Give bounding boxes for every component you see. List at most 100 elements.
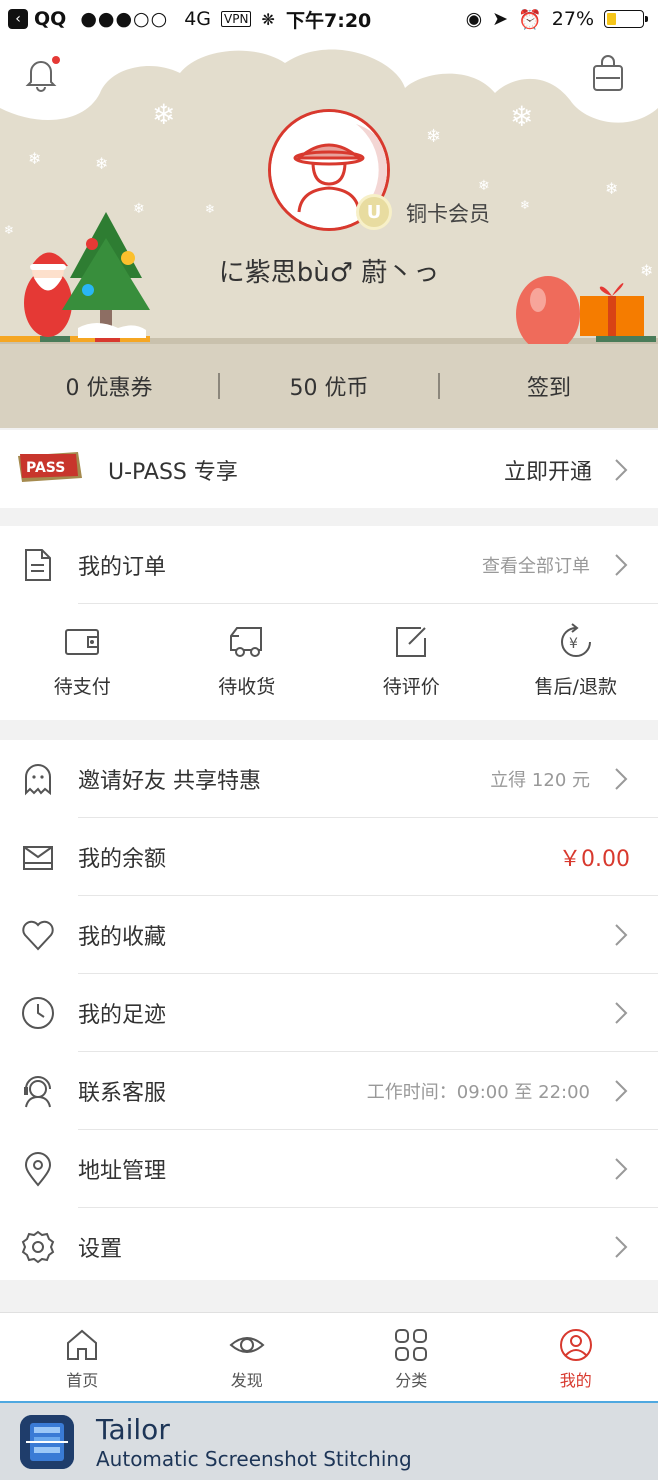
status-bar: ‹ QQ ●●●○○ 4G VPN ❋ 下午7:20 ◉ ➤ ⏰ 27% bbox=[0, 0, 658, 38]
menu-item-history[interactable]: 我的足迹 bbox=[0, 974, 658, 1052]
pass-logo-icon: PASS bbox=[18, 452, 82, 482]
tab-label: 发现 bbox=[230, 1371, 263, 1390]
checkin-button[interactable]: 签到 bbox=[440, 370, 658, 402]
menu-item-label: 我的余额 bbox=[78, 847, 167, 872]
order-status-label: 待收货 bbox=[218, 675, 276, 698]
svg-text:❄: ❄ bbox=[28, 149, 41, 168]
menu-item-favorites[interactable]: 我的收藏 bbox=[0, 896, 658, 974]
menu-item-invite-friends[interactable]: 邀请好友 共享特惠 立得 120 元 bbox=[0, 740, 658, 818]
svg-text:❄: ❄ bbox=[4, 223, 14, 237]
grid-icon bbox=[395, 1329, 428, 1361]
ghost-icon bbox=[25, 764, 51, 796]
headset-icon bbox=[24, 1076, 51, 1108]
invite-reward-text: 立得 120 元 bbox=[490, 770, 590, 791]
chevron-right-icon bbox=[615, 768, 628, 790]
upass-banner[interactable]: PASS U-PASS 专享 立即开通 bbox=[0, 430, 658, 508]
order-pending-receipt[interactable]: 待收货 bbox=[165, 604, 330, 716]
order-pending-payment[interactable]: 待支付 bbox=[0, 604, 165, 716]
upass-title: U-PASS 专享 bbox=[108, 460, 238, 485]
member-level[interactable]: 铜卡会员 bbox=[406, 198, 490, 228]
menu-item-label: 地址管理 bbox=[78, 1159, 167, 1184]
menu-item-balance[interactable]: 我的余额 ￥0.00 bbox=[0, 818, 658, 896]
clock-icon bbox=[22, 997, 54, 1029]
vpn-indicator: VPN bbox=[221, 11, 252, 27]
tab-category[interactable]: 分类 bbox=[329, 1313, 494, 1402]
chevron-right-icon bbox=[615, 1002, 628, 1024]
my-orders-row[interactable]: 我的订单 查看全部订单 bbox=[0, 526, 658, 604]
svg-text:❄: ❄ bbox=[95, 154, 108, 173]
user-icon bbox=[559, 1329, 592, 1361]
order-status-label: 售后/退款 bbox=[534, 675, 617, 698]
coupons-count[interactable]: 0 优惠券 bbox=[0, 370, 218, 402]
battery-percent: 27% bbox=[551, 8, 594, 30]
network-type: 4G bbox=[184, 8, 212, 30]
upass-activate-link[interactable]: 立即开通 bbox=[504, 454, 592, 486]
tailor-logo-icon bbox=[20, 1415, 74, 1469]
battery-icon bbox=[604, 10, 648, 28]
account-stats: 0 优惠券 50 优币 签到 bbox=[0, 344, 658, 428]
menu-item-label: 我的收藏 bbox=[78, 925, 167, 950]
divider bbox=[78, 603, 658, 604]
view-all-orders-link[interactable]: 查看全部订单 bbox=[482, 552, 590, 578]
chevron-right-icon bbox=[615, 554, 628, 576]
svg-text:❄: ❄ bbox=[605, 179, 618, 198]
shopping-bag-icon[interactable] bbox=[590, 54, 626, 92]
order-after-sale[interactable]: ¥ 售后/退款 bbox=[494, 604, 658, 716]
svg-text:¥: ¥ bbox=[569, 636, 578, 652]
service-hours-text: 工作时间：09:00 至 22:00 bbox=[366, 1082, 590, 1103]
tab-label: 首页 bbox=[66, 1371, 99, 1390]
tab-me[interactable]: 我的 bbox=[494, 1313, 658, 1402]
gear-icon bbox=[21, 1230, 55, 1264]
order-pending-review[interactable]: 待评价 bbox=[329, 604, 494, 716]
signal-strength: ●●●○○ bbox=[80, 8, 169, 30]
menu-item-address[interactable]: 地址管理 bbox=[0, 1130, 658, 1208]
eye-icon bbox=[229, 1337, 265, 1353]
chevron-right-icon bbox=[615, 1158, 628, 1180]
tab-label: 分类 bbox=[395, 1371, 428, 1390]
tailor-watermark: Tailor Automatic Screenshot Stitching bbox=[0, 1403, 658, 1480]
menu-item-label: 我的足迹 bbox=[78, 1003, 167, 1028]
home-icon bbox=[67, 1329, 98, 1360]
status-app-name: QQ bbox=[34, 8, 67, 30]
chevron-right-icon bbox=[615, 1236, 628, 1258]
svg-text:❄: ❄ bbox=[478, 178, 490, 194]
member-badge-icon: U bbox=[356, 194, 392, 230]
document-icon bbox=[25, 549, 51, 581]
menu-item-label: 设置 bbox=[78, 1237, 123, 1262]
refund-icon: ¥ bbox=[560, 622, 591, 657]
notification-bell-icon[interactable] bbox=[22, 54, 60, 92]
svg-text:❄: ❄ bbox=[520, 198, 530, 212]
watermark-title: Tailor bbox=[96, 1413, 170, 1446]
location-icon bbox=[24, 1152, 52, 1187]
watermark-subtitle: Automatic Screenshot Stitching bbox=[96, 1447, 412, 1471]
back-icon[interactable]: ‹ bbox=[8, 9, 28, 29]
order-status-label: 待支付 bbox=[53, 675, 111, 698]
my-orders-label: 我的订单 bbox=[78, 555, 167, 580]
bottom-tab-bar: 首页 发现 分类 我的 bbox=[0, 1312, 658, 1402]
menu-item-label: 邀请好友 共享特惠 bbox=[78, 769, 261, 794]
heart-icon bbox=[22, 920, 54, 951]
alarm-icon: ⏰ bbox=[518, 8, 542, 31]
menu-item-settings[interactable]: 设置 bbox=[0, 1208, 658, 1286]
username: に紫思bù♂ 蔚丶っ bbox=[218, 258, 440, 288]
menu-item-customer-service[interactable]: 联系客服 工作时间：09:00 至 22:00 bbox=[0, 1052, 658, 1130]
status-time: 下午7:20 bbox=[286, 9, 372, 32]
chevron-right-icon bbox=[615, 1080, 628, 1102]
tab-discover[interactable]: 发现 bbox=[165, 1313, 330, 1402]
svg-text:❄: ❄ bbox=[133, 201, 145, 217]
rotation-lock-icon: ◉ bbox=[465, 8, 483, 30]
svg-text:❄: ❄ bbox=[510, 100, 533, 133]
chevron-right-icon bbox=[615, 459, 628, 481]
balance-icon bbox=[23, 846, 53, 870]
tab-home[interactable]: 首页 bbox=[0, 1313, 165, 1402]
wallet-icon bbox=[65, 628, 100, 655]
menu-list: 邀请好友 共享特惠 立得 120 元 我的余额 ￥0.00 我的收藏 我的足迹 bbox=[0, 740, 658, 1280]
coins-count[interactable]: 50 优币 bbox=[220, 370, 438, 402]
profile-header: ❄ ❄ ❄ ❄ ❄ ❄ ❄ ❄ ❄ ❄ ❄ ❄ U 铜卡会员 に紫思bù♂ 蔚丶… bbox=[0, 38, 658, 344]
location-arrow-icon: ➤ bbox=[492, 8, 509, 30]
orders-section: 我的订单 查看全部订单 待支付 待收货 待评价 ¥ 售后/退款 bbox=[0, 526, 658, 720]
svg-text:❄: ❄ bbox=[426, 126, 441, 147]
menu-item-label: 联系客服 bbox=[78, 1081, 167, 1106]
balance-amount: ￥0.00 bbox=[559, 847, 630, 872]
svg-text:❄: ❄ bbox=[152, 98, 175, 131]
